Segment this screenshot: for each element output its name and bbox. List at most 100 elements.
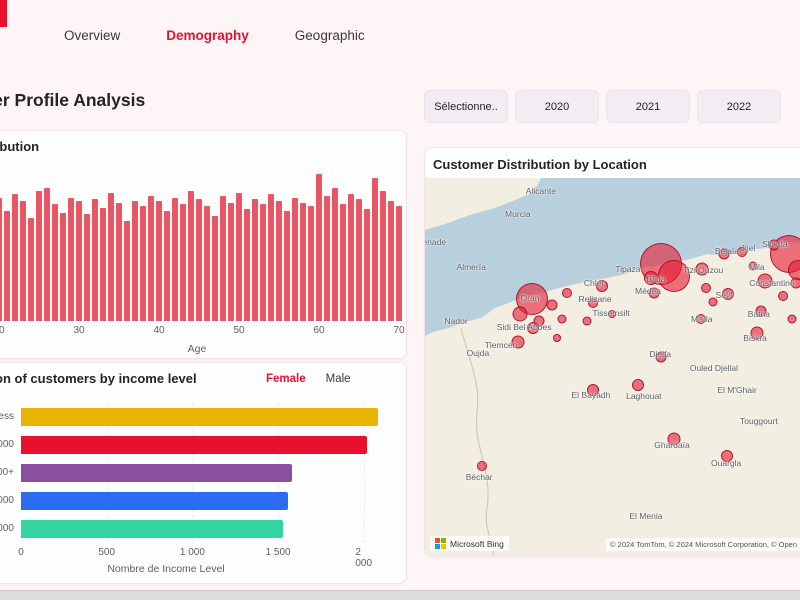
age-bar-69[interactable]: [388, 201, 394, 321]
map-bubble[interactable]: [557, 314, 566, 323]
age-bar-36[interactable]: [124, 221, 130, 321]
income-bar-30-000-60-000[interactable]: [21, 436, 367, 454]
map-bubble[interactable]: [696, 314, 706, 324]
age-bar-43[interactable]: [180, 204, 186, 321]
age-bar-21[interactable]: [4, 211, 10, 321]
age-bar-27[interactable]: [52, 204, 58, 321]
age-bar-50[interactable]: [236, 193, 242, 321]
map-bubble[interactable]: [778, 291, 788, 301]
income-bar-60-000-80-000[interactable]: [21, 492, 288, 510]
map-bubble[interactable]: [583, 316, 592, 325]
age-bar-20[interactable]: [0, 198, 2, 321]
age-bar-45[interactable]: [196, 199, 202, 321]
map-bubble[interactable]: [511, 336, 524, 349]
map-bubble[interactable]: [750, 327, 763, 340]
age-bar-28[interactable]: [60, 213, 66, 321]
tab-demography[interactable]: Demography: [166, 28, 249, 43]
age-bar-42[interactable]: [172, 198, 178, 321]
age-bar-37[interactable]: [132, 201, 138, 321]
age-bar-24[interactable]: [28, 218, 34, 321]
map-bubble[interactable]: [721, 450, 733, 462]
map-bubble[interactable]: [632, 379, 644, 391]
map-bubble[interactable]: [553, 334, 561, 342]
age-bar-65[interactable]: [356, 199, 362, 321]
age-bar-60[interactable]: [316, 174, 322, 321]
map-bubble[interactable]: [656, 352, 667, 363]
age-bar-46[interactable]: [204, 206, 210, 321]
map-bubble[interactable]: [709, 297, 718, 306]
age-bar-55[interactable]: [276, 201, 282, 321]
map-bubble[interactable]: [737, 247, 747, 257]
income-bar-100-000[interactable]: [21, 464, 292, 482]
income-bar-80-000-100-000[interactable]: [21, 520, 283, 538]
age-bar-58[interactable]: [300, 203, 306, 321]
map-bubble[interactable]: [588, 298, 598, 308]
map[interactable]: AlicanteMurciaenadeAlmeríaNadorOujdaTlem…: [425, 178, 800, 556]
map-bubble[interactable]: [527, 322, 539, 334]
age-bar-56[interactable]: [284, 211, 290, 321]
map-copyright-link[interactable]: © 2024 TomTom, © 2024 Microsoft Corporat…: [606, 538, 800, 551]
age-bar-61[interactable]: [324, 196, 330, 321]
map-bubble[interactable]: [696, 263, 709, 276]
age-bar-40[interactable]: [156, 201, 162, 321]
age-bar-23[interactable]: [20, 201, 26, 321]
age-bar-26[interactable]: [44, 188, 50, 321]
map-bubble[interactable]: [477, 461, 487, 471]
age-bar-54[interactable]: [268, 194, 274, 321]
age-bar-44[interactable]: [188, 191, 194, 321]
horizontal-scrollbar[interactable]: [0, 590, 800, 600]
filter-button-2022[interactable]: 2022: [697, 90, 781, 123]
map-bubble[interactable]: [562, 288, 572, 298]
legend-item-male[interactable]: Male: [326, 373, 351, 385]
age-bar-34[interactable]: [108, 193, 114, 321]
map-bubble[interactable]: [512, 307, 527, 322]
map-bubble[interactable]: [758, 273, 773, 288]
map-bubble[interactable]: [756, 306, 767, 317]
map-bubble[interactable]: [648, 287, 659, 298]
map-bubble[interactable]: [668, 433, 681, 446]
tab-overview[interactable]: Overview: [64, 28, 120, 43]
age-bar-31[interactable]: [84, 214, 90, 321]
age-bar-32[interactable]: [92, 199, 98, 321]
legend-item-female[interactable]: Female: [266, 373, 306, 385]
age-bar-47[interactable]: [212, 216, 218, 321]
map-bubble[interactable]: [596, 280, 608, 292]
age-bar-38[interactable]: [140, 206, 146, 321]
age-bar-39[interactable]: [148, 196, 154, 321]
age-bar-53[interactable]: [260, 204, 266, 321]
map-bubble[interactable]: [644, 271, 658, 285]
age-bar-70[interactable]: [396, 206, 402, 321]
income-bar-30-000-or-less[interactable]: [21, 408, 378, 426]
filter-button-2021[interactable]: 2021: [606, 90, 690, 123]
tab-geographic[interactable]: Geographic: [295, 28, 365, 43]
filter-button-s-lectionne[interactable]: Sélectionne..: [424, 90, 508, 123]
age-bar-57[interactable]: [292, 198, 298, 321]
age-bar-41[interactable]: [164, 211, 170, 321]
age-bar-48[interactable]: [220, 196, 226, 321]
map-bubble[interactable]: [658, 260, 690, 292]
age-bar-63[interactable]: [340, 204, 346, 321]
age-bar-66[interactable]: [364, 209, 370, 321]
age-bar-22[interactable]: [12, 194, 18, 321]
map-bubble[interactable]: [587, 384, 599, 396]
map-bubble[interactable]: [546, 299, 557, 310]
map-bubble[interactable]: [722, 288, 734, 300]
age-bar-33[interactable]: [100, 208, 106, 321]
age-bar-25[interactable]: [36, 191, 42, 321]
map-bubble[interactable]: [769, 240, 780, 251]
map-bubble[interactable]: [749, 262, 758, 271]
age-bar-64[interactable]: [348, 194, 354, 321]
map-bubble[interactable]: [719, 249, 730, 260]
map-bubble[interactable]: [790, 277, 800, 288]
age-bar-51[interactable]: [244, 209, 250, 321]
map-bubble[interactable]: [701, 283, 711, 293]
age-bar-67[interactable]: [372, 178, 378, 321]
age-bar-59[interactable]: [308, 206, 314, 321]
age-bar-62[interactable]: [332, 188, 338, 321]
age-bar-30[interactable]: [76, 201, 82, 321]
age-bar-29[interactable]: [68, 198, 74, 321]
filter-button-2020[interactable]: 2020: [515, 90, 599, 123]
age-bar-52[interactable]: [252, 199, 258, 321]
age-bar-68[interactable]: [380, 191, 386, 321]
age-bar-49[interactable]: [228, 203, 234, 321]
